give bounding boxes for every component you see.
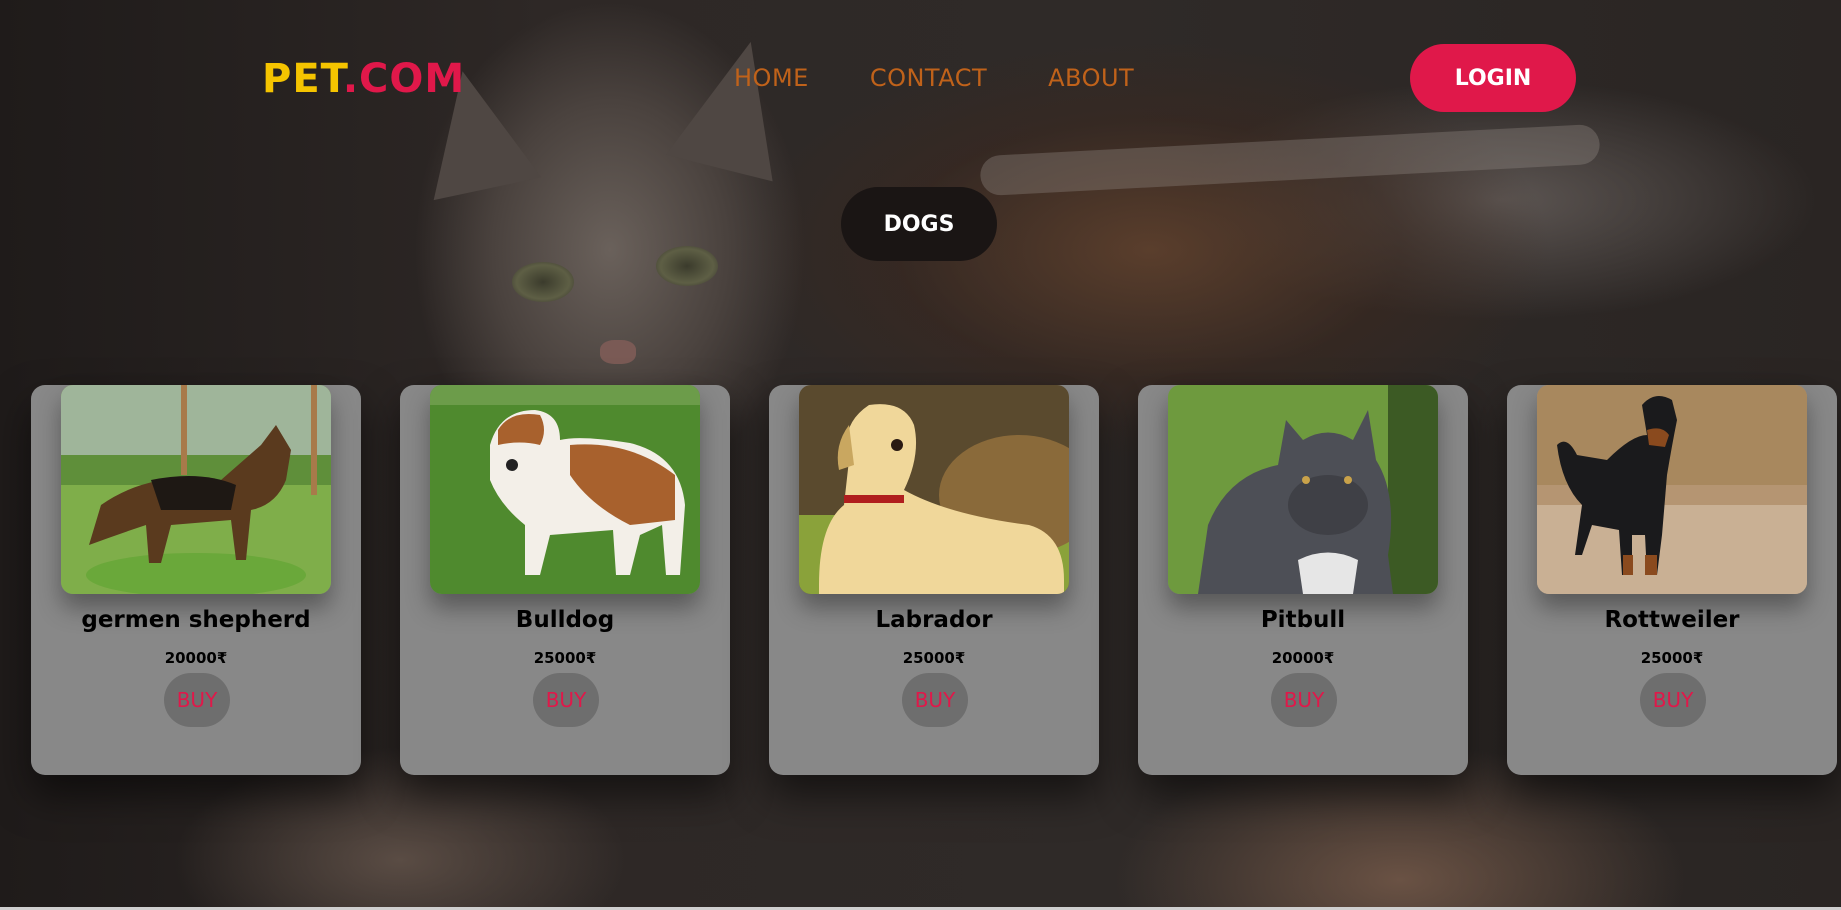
product-card: germen shepherd 20000₹ BUY	[31, 385, 361, 775]
product-name: Labrador	[875, 607, 993, 633]
labrador-photo	[799, 385, 1069, 594]
product-card: Pitbull 20000₹ BUY	[1138, 385, 1468, 775]
product-name: Rottweiler	[1604, 607, 1740, 633]
product-card-list: germen shepherd 20000₹ BUY Bulldog 25000…	[31, 385, 1837, 775]
login-button[interactable]: LOGIN	[1410, 44, 1576, 112]
logo-text-pet: PET	[262, 56, 343, 102]
main-nav: HOME CONTACT ABOUT	[734, 64, 1195, 92]
product-price: 25000₹	[902, 649, 966, 667]
product-price: 20000₹	[1271, 649, 1335, 667]
cat-eye-left	[512, 262, 574, 302]
german-shepherd-photo	[61, 385, 331, 594]
buy-button[interactable]: BUY	[902, 673, 968, 727]
product-name: Bulldog	[515, 607, 615, 633]
category-heading-dogs: DOGS	[841, 187, 997, 261]
product-card: Bulldog 25000₹ BUY	[400, 385, 730, 775]
pitbull-photo	[1168, 385, 1438, 594]
background-blur-stripe	[979, 123, 1601, 197]
nav-home-link[interactable]: HOME	[734, 64, 809, 92]
site-logo[interactable]: PET.COM	[262, 56, 465, 102]
cat-eye-right	[656, 246, 718, 286]
product-price: 20000₹	[164, 649, 228, 667]
cat-ear-right	[665, 28, 805, 182]
product-price: 25000₹	[533, 649, 597, 667]
logo-text-com: .COM	[342, 56, 466, 102]
buy-button[interactable]: BUY	[1640, 673, 1706, 727]
nav-contact-link[interactable]: CONTACT	[870, 64, 987, 92]
cat-nose	[600, 340, 636, 364]
product-card: Labrador 25000₹ BUY	[769, 385, 1099, 775]
buy-button[interactable]: BUY	[533, 673, 599, 727]
buy-button[interactable]: BUY	[1271, 673, 1337, 727]
product-price: 25000₹	[1640, 649, 1704, 667]
nav-about-link[interactable]: ABOUT	[1048, 64, 1134, 92]
product-name: germen shepherd	[81, 607, 311, 633]
rottweiler-photo	[1537, 385, 1807, 594]
product-card: Rottweiler 25000₹ BUY	[1507, 385, 1837, 775]
product-name: Pitbull	[1260, 607, 1346, 633]
buy-button[interactable]: BUY	[164, 673, 230, 727]
bulldog-photo	[430, 385, 700, 594]
